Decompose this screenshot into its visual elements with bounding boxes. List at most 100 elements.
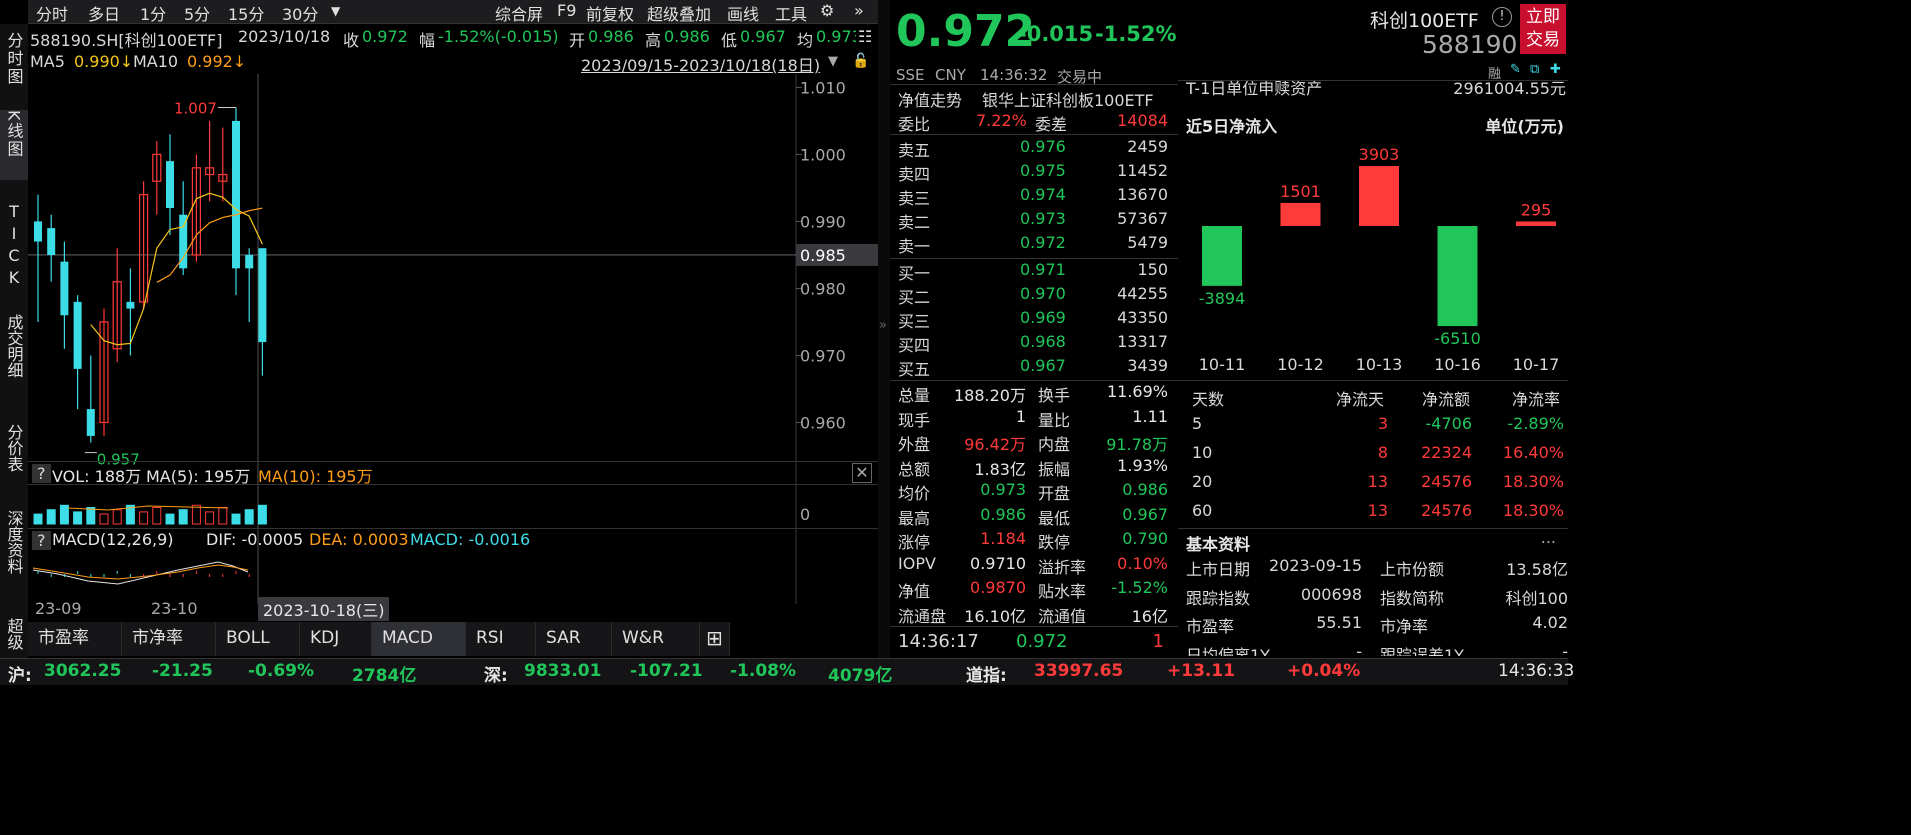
high-value: 0.986 xyxy=(664,27,710,46)
side-tab-fenshi[interactable]: 分时图 xyxy=(0,32,28,98)
add-tab-icon[interactable]: ⊞ xyxy=(700,622,730,656)
stat-value: 1 xyxy=(1015,406,1026,426)
tab-1min[interactable]: 1分 xyxy=(140,1,166,25)
stat-label: 均价 xyxy=(898,484,931,503)
sh-index: 3062.25 xyxy=(44,661,122,681)
trade-now-button[interactable]: 立即交易 xyxy=(1520,4,1566,54)
volume-bar xyxy=(191,504,201,525)
flow-net-days: 3 xyxy=(1377,414,1388,433)
window-icon[interactable]: ⧉ xyxy=(1530,62,1539,77)
ask-row[interactable]: 卖五 0.976 2459 xyxy=(890,136,1178,160)
ask-row[interactable]: 卖四 0.975 11452 xyxy=(890,160,1178,184)
bid-row[interactable]: 买二 0.970 44255 xyxy=(890,283,1178,307)
nav-trend-row[interactable]: 净值走势 银华上证科创板100ETF xyxy=(890,86,1178,110)
stat-row: 净值 0.9870 贴水率 -1.52% xyxy=(890,577,1178,601)
volume-bar xyxy=(139,511,149,525)
bid-row[interactable]: 买五 0.967 3439 xyxy=(890,355,1178,379)
fund-name: 银华上证科创板100ETF xyxy=(982,91,1154,110)
flow-days: 10 xyxy=(1192,443,1213,462)
tab-30min[interactable]: 30分 xyxy=(282,1,318,25)
tab-pe[interactable]: 市盈率 xyxy=(28,622,122,656)
candle-body xyxy=(34,221,42,242)
price-tick-label: 0.960 xyxy=(800,413,846,432)
list-icon[interactable]: ☷ xyxy=(858,27,872,46)
ma10-value: 0.992↓ xyxy=(187,52,247,71)
ask-price: 0.974 xyxy=(1020,185,1066,204)
stat-row: 均价 0.973 开盘 0.986 xyxy=(890,479,1178,503)
flow-category-label: 10-12 xyxy=(1277,355,1324,374)
candle-body xyxy=(245,254,254,269)
close-icon[interactable]: ✕ xyxy=(852,463,872,483)
tab-boll[interactable]: BOLL xyxy=(216,622,300,656)
side-tab-label: 分价表 xyxy=(4,424,24,472)
overlay-button[interactable]: 超级叠加 xyxy=(647,1,711,25)
stat-label: 贴水率 xyxy=(1038,582,1087,601)
side-tab-super[interactable]: 超级 xyxy=(0,618,28,658)
help-icon[interactable]: ? xyxy=(32,464,51,483)
basic-value: - xyxy=(1562,641,1568,656)
stat-value: 16亿 xyxy=(1131,606,1168,626)
draw-button[interactable]: 画线 xyxy=(727,1,759,25)
period-dropdown-icon[interactable]: ▼ xyxy=(331,4,340,18)
range-dropdown-icon[interactable]: ▼ xyxy=(828,54,838,69)
bid-row[interactable]: 买三 0.969 43350 xyxy=(890,307,1178,331)
basic-label: 日均偏离1Y xyxy=(1186,645,1270,656)
flow-category-label: 10-13 xyxy=(1356,355,1403,374)
stat-row: 现手 1 量比 1.11 xyxy=(890,406,1178,430)
tab-15min[interactable]: 15分 xyxy=(228,1,264,25)
help-icon[interactable]: ? xyxy=(32,531,51,550)
lock-icon[interactable]: 🔓 xyxy=(852,53,869,69)
ask-row[interactable]: 卖一 0.972 5479 xyxy=(890,232,1178,256)
tab-kdj[interactable]: KDJ xyxy=(300,622,372,656)
stat-label: 流通值 xyxy=(1038,606,1087,626)
tools-button[interactable]: 工具 xyxy=(775,1,807,25)
bid-label: 买五 xyxy=(898,360,931,379)
ask-row[interactable]: 卖三 0.974 13670 xyxy=(890,184,1178,208)
adjust-button[interactable]: 前复权 xyxy=(586,1,634,25)
sh-change-pct: -0.69% xyxy=(248,661,315,681)
side-tab-deals[interactable]: 成交明细 xyxy=(0,314,28,406)
expand-icon[interactable]: » xyxy=(854,1,864,20)
gear-icon[interactable]: ⚙ xyxy=(820,1,834,20)
side-tab-tick[interactable]: TICK xyxy=(0,202,28,302)
close-value: 0.972 xyxy=(362,27,408,46)
side-tab-depth[interactable]: 深度资料 xyxy=(0,510,28,602)
avg-label: 均 xyxy=(797,31,814,50)
info-icon[interactable]: ! xyxy=(1492,7,1512,27)
flow-net-days: 13 xyxy=(1367,472,1388,491)
basic-more-icon[interactable]: ... xyxy=(1541,528,1556,547)
date-range[interactable]: 2023/09/15-2023/10/18(18日) xyxy=(581,52,820,76)
basic-label: 上市日期 xyxy=(1186,560,1251,579)
flow-bar xyxy=(1437,226,1478,327)
tab-macd[interactable]: MACD xyxy=(372,622,466,656)
stat-row: 总量 188.20万 换手 11.69% xyxy=(890,381,1178,405)
plus-icon[interactable]: ✚ xyxy=(1550,62,1561,77)
vol-ma5-label: MA(5): 195万 xyxy=(146,467,251,486)
stat-value: 11.69% xyxy=(1106,382,1168,401)
side-tab-kline[interactable]: K线图 xyxy=(0,110,28,180)
flow-net-amount: 24576 xyxy=(1421,501,1472,520)
bid-row[interactable]: 买四 0.968 13317 xyxy=(890,331,1178,355)
kline-chart[interactable]: 1.0070.957 1.0101.0000.9900.9800.9700.96… xyxy=(28,74,878,604)
fullscreen-button[interactable]: 综合屏 xyxy=(495,1,543,25)
subscription-row: T-1日单位申赎资产 2961004.55元 xyxy=(1178,81,1568,99)
tab-sar[interactable]: SAR xyxy=(536,622,612,656)
low-label: 低 xyxy=(721,31,738,50)
ask-row[interactable]: 卖二 0.973 57367 xyxy=(890,208,1178,232)
tab-fenshi[interactable]: 分时 xyxy=(36,1,68,25)
bid-row[interactable]: 买一 0.971 150 xyxy=(890,259,1178,283)
basic-value: 000698 xyxy=(1300,584,1362,604)
tick-vol: 1 xyxy=(1152,631,1164,652)
collapse-arrow-icon[interactable]: » xyxy=(879,318,887,333)
weibi-value: 7.22% xyxy=(976,111,1027,130)
pen-icon[interactable]: ✎ xyxy=(1510,62,1521,77)
tab-pb[interactable]: 市净率 xyxy=(122,622,216,656)
tab-5min[interactable]: 5分 xyxy=(184,1,210,25)
tab-multiday[interactable]: 多日 xyxy=(88,1,120,25)
stat-value: 91.78万 xyxy=(1106,435,1168,454)
tab-wr[interactable]: W&R xyxy=(612,622,700,656)
side-tab-price-table[interactable]: 分价表 xyxy=(0,424,28,494)
f9-button[interactable]: F9 xyxy=(557,1,576,20)
tab-rsi[interactable]: RSI xyxy=(466,622,536,656)
collapse-handle[interactable]: » xyxy=(878,0,890,658)
